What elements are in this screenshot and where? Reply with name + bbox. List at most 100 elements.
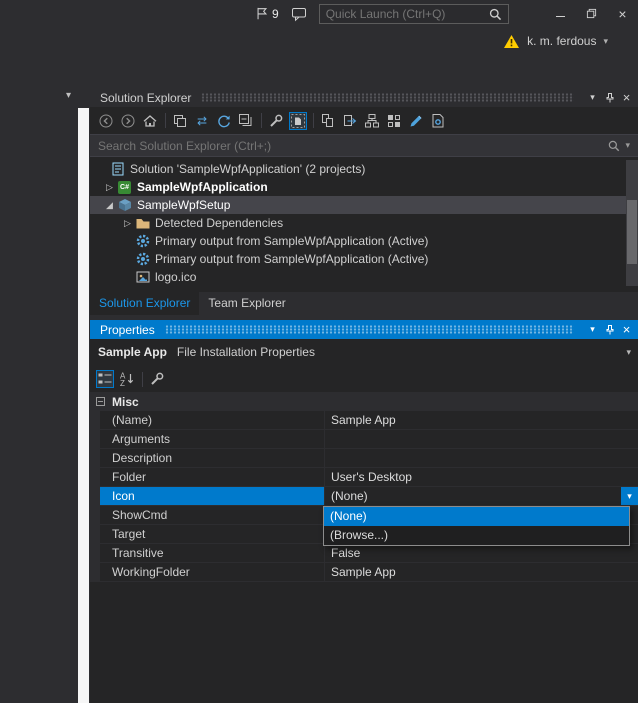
pin-icon[interactable] bbox=[601, 89, 618, 106]
pin-icon[interactable] bbox=[601, 321, 618, 338]
class-diagram-icon[interactable] bbox=[363, 112, 381, 130]
notifications-button[interactable]: 9 bbox=[255, 6, 279, 21]
property-row[interactable]: Transitive False bbox=[90, 544, 638, 563]
drag-grip[interactable] bbox=[164, 325, 574, 334]
close-icon[interactable]: × bbox=[618, 321, 635, 338]
expander-collapsed-icon[interactable]: ▷ bbox=[121, 218, 134, 229]
output-gear-icon bbox=[134, 251, 151, 267]
switch-views-icon[interactable] bbox=[171, 112, 189, 130]
tree-item-setup-project[interactable]: ◢ SampleWpfSetup bbox=[90, 196, 626, 214]
property-row[interactable]: (Name) Sample App bbox=[90, 411, 638, 430]
back-icon[interactable] bbox=[97, 112, 115, 130]
drag-grip[interactable] bbox=[201, 93, 574, 102]
expander-collapsed-icon[interactable]: ▷ bbox=[103, 182, 116, 193]
restore-button[interactable] bbox=[576, 0, 607, 27]
property-value[interactable]: User's Desktop bbox=[325, 468, 638, 487]
tree-item-project[interactable]: ▷ C# SampleWpfApplication bbox=[90, 178, 626, 196]
property-value[interactable] bbox=[325, 449, 638, 468]
edit-pencil-icon[interactable] bbox=[407, 112, 425, 130]
property-value[interactable]: (None) ▾ bbox=[325, 487, 638, 506]
search-input[interactable] bbox=[90, 138, 608, 153]
dropdown-open-button[interactable]: ▾ bbox=[621, 487, 638, 505]
toolbar-separator bbox=[165, 113, 166, 128]
alphabetical-sort-icon[interactable]: AZ bbox=[118, 370, 136, 388]
property-value[interactable]: Sample App bbox=[325, 411, 638, 430]
documents-icon[interactable] bbox=[319, 112, 337, 130]
panel-title: Properties bbox=[100, 322, 155, 337]
quick-launch-input[interactable] bbox=[318, 3, 509, 24]
tree-item-logo-ico[interactable]: logo.ico bbox=[90, 268, 626, 286]
quick-launch-field[interactable] bbox=[319, 4, 508, 23]
property-name[interactable]: (Name) bbox=[100, 411, 325, 430]
property-row[interactable]: WorkingFolder Sample App bbox=[90, 563, 638, 582]
property-name[interactable]: ShowCmd bbox=[100, 506, 325, 525]
property-name[interactable]: Transitive bbox=[100, 544, 325, 563]
property-value[interactable] bbox=[325, 430, 638, 449]
grid-boxes-icon[interactable] bbox=[385, 112, 403, 130]
property-grid: Misc (Name) Sample App Arguments Descrip… bbox=[90, 392, 638, 582]
collapse-category-icon[interactable] bbox=[96, 397, 105, 406]
window-controls: × bbox=[545, 0, 638, 27]
vs-window: 9 × k. m. ferdous ▾ ▾ Solut bbox=[0, 0, 638, 703]
output-gear-icon bbox=[134, 233, 151, 249]
show-all-files-icon[interactable] bbox=[289, 111, 307, 130]
category-row[interactable]: Misc bbox=[90, 392, 638, 411]
home-icon[interactable] bbox=[141, 112, 159, 130]
minimize-button[interactable] bbox=[545, 0, 576, 27]
solution-explorer-toolbar: ⇄ bbox=[90, 107, 638, 134]
sync-with-active-document-icon[interactable]: ⇄ bbox=[193, 112, 211, 130]
properties-wrench-icon[interactable] bbox=[267, 112, 285, 130]
search-options-chevron-icon[interactable]: ▾ bbox=[625, 140, 630, 151]
dropdown-option-browse[interactable]: (Browse...) bbox=[324, 526, 629, 545]
tab-team-explorer[interactable]: Team Explorer bbox=[199, 292, 294, 315]
property-row[interactable]: Arguments bbox=[90, 430, 638, 449]
toolbar-separator bbox=[261, 113, 262, 128]
scrollbar-thumb[interactable] bbox=[627, 200, 637, 264]
tree-item-primary-output[interactable]: Primary output from SampleWpfApplication… bbox=[90, 250, 626, 268]
property-name[interactable]: WorkingFolder bbox=[100, 563, 325, 582]
dropdown-option-none[interactable]: (None) bbox=[324, 507, 629, 526]
expander-expanded-icon[interactable]: ◢ bbox=[103, 200, 116, 211]
tree-item-primary-output[interactable]: Primary output from SampleWpfApplication… bbox=[90, 232, 626, 250]
forward-icon[interactable] bbox=[119, 112, 137, 130]
account-menu[interactable]: k. m. ferdous ▾ bbox=[503, 33, 608, 49]
notification-flag-icon bbox=[255, 6, 269, 21]
window-position-chevron-icon[interactable]: ▾ bbox=[584, 89, 601, 106]
tree-item-solution[interactable]: Solution 'SampleWpfApplication' (2 proje… bbox=[90, 160, 626, 178]
property-row[interactable]: Folder User's Desktop bbox=[90, 468, 638, 487]
tab-solution-explorer[interactable]: Solution Explorer bbox=[90, 292, 200, 315]
object-selector-combo[interactable]: Sample App File Installation Properties … bbox=[90, 341, 638, 363]
refresh-icon[interactable] bbox=[215, 112, 233, 130]
property-row[interactable]: Description bbox=[90, 449, 638, 468]
property-value[interactable]: Sample App bbox=[325, 563, 638, 582]
image-file-icon bbox=[134, 269, 151, 285]
tree-scrollbar[interactable] bbox=[626, 160, 638, 286]
property-name[interactable]: Target bbox=[100, 525, 325, 544]
close-icon[interactable]: × bbox=[618, 89, 635, 106]
property-name[interactable]: Description bbox=[100, 449, 325, 468]
link-documents-icon[interactable] bbox=[341, 112, 359, 130]
window-titlebar: 9 × bbox=[255, 0, 638, 27]
tree-item-label: Solution 'SampleWpfApplication' (2 proje… bbox=[130, 162, 366, 176]
solution-explorer-titlebar[interactable]: Solution Explorer ▾ × bbox=[90, 88, 638, 107]
close-button[interactable]: × bbox=[607, 0, 638, 27]
tree-item-dependencies[interactable]: ▷ Detected Dependencies bbox=[90, 214, 626, 232]
folder-icon bbox=[134, 215, 151, 231]
property-pages-wrench-icon[interactable] bbox=[148, 370, 166, 388]
property-name[interactable]: Folder bbox=[100, 468, 325, 487]
chevron-down-icon[interactable]: ▾ bbox=[626, 347, 631, 358]
property-name[interactable]: Arguments bbox=[100, 430, 325, 449]
property-value[interactable]: False bbox=[325, 544, 638, 563]
document-preview-icon[interactable] bbox=[429, 112, 447, 130]
property-name[interactable]: Icon bbox=[100, 487, 325, 506]
collapse-all-icon[interactable] bbox=[237, 112, 255, 130]
solution-explorer-search[interactable]: ▾ bbox=[90, 134, 638, 157]
categorized-icon[interactable] bbox=[96, 370, 114, 388]
property-row-icon-selected[interactable]: Icon (None) ▾ bbox=[90, 487, 638, 506]
properties-titlebar[interactable]: Properties ▾ × bbox=[90, 320, 638, 339]
close-icon: × bbox=[618, 5, 627, 22]
search-icon[interactable] bbox=[607, 139, 621, 153]
feedback-icon[interactable] bbox=[291, 6, 307, 22]
window-position-chevron-icon[interactable]: ▾ bbox=[584, 321, 601, 338]
panel-menu-chevron-icon[interactable]: ▾ bbox=[66, 90, 71, 101]
